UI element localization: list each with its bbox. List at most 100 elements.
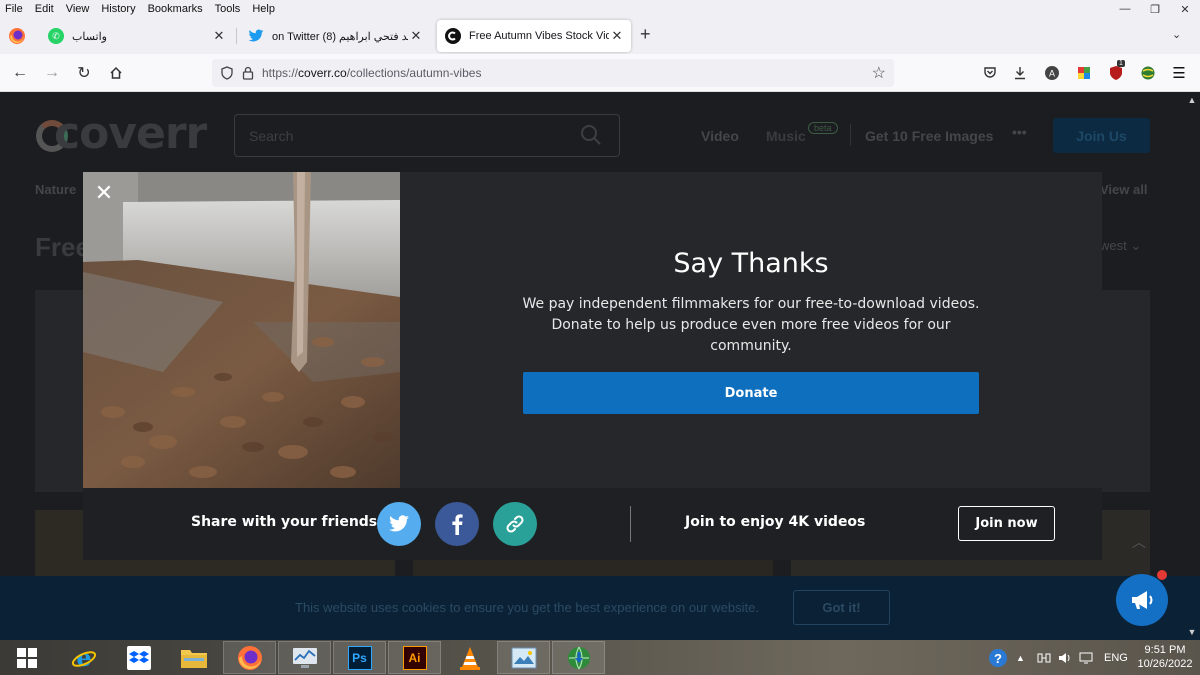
language-indicator[interactable]: ENG <box>1104 640 1128 675</box>
illustrator-icon: Ai <box>402 645 427 670</box>
taskbar-photoshop[interactable]: Ps <box>333 641 386 674</box>
link-icon <box>506 515 524 533</box>
display-icon[interactable] <box>1079 640 1093 675</box>
reload-icon[interactable]: ↻ <box>74 63 94 83</box>
taskbar-photos[interactable] <box>497 641 550 674</box>
taskbar-monitor[interactable] <box>278 641 331 674</box>
forward-icon[interactable]: → <box>42 63 62 83</box>
notification-dot <box>1157 570 1167 580</box>
taskbar-dropbox[interactable] <box>112 641 165 674</box>
coverr-favicon-icon <box>445 28 461 44</box>
copy-link-button[interactable] <box>493 502 537 546</box>
home-icon[interactable] <box>106 63 126 83</box>
color-picker-extension-icon[interactable] <box>1075 64 1093 82</box>
nav-music[interactable]: Music <box>766 128 806 144</box>
search-placeholder: Search <box>249 128 294 144</box>
svg-text:A: A <box>1049 69 1055 79</box>
new-tab-button[interactable]: + <box>640 24 651 45</box>
share-facebook-button[interactable] <box>435 502 479 546</box>
url-path: /collections/autumn-vibes <box>346 66 482 80</box>
bookmark-star-icon[interactable]: ☆ <box>872 63 886 83</box>
chat-widget-button[interactable] <box>1116 574 1168 626</box>
windows-start-button[interactable] <box>0 641 53 674</box>
back-icon[interactable]: ← <box>10 63 30 83</box>
photos-icon <box>511 647 536 668</box>
close-tab-icon[interactable]: ✕ <box>211 28 227 44</box>
more-icon[interactable]: ••• <box>1012 124 1027 140</box>
firefox-view-icon[interactable] <box>8 27 26 45</box>
lock-icon[interactable] <box>242 66 254 80</box>
megaphone-icon <box>1132 591 1153 609</box>
minimize-button[interactable]: — <box>1110 0 1140 18</box>
nav-free-images[interactable]: Get 10 Free Images <box>865 128 993 144</box>
modal-footer: Share with your friends Join to enjoy 4K… <box>83 488 1102 560</box>
ublock-extension-icon[interactable]: 1 <box>1107 60 1125 82</box>
menu-edit[interactable]: Edit <box>29 3 60 15</box>
page-heading: Free <box>35 232 90 262</box>
svg-text:e: e <box>76 645 91 671</box>
tab-twitter[interactable]: on Twitter (8) محمد فتحي ابراهيم ✕ <box>238 20 430 52</box>
donate-button[interactable]: Donate <box>523 372 979 414</box>
clock-date: 10/26/2022 <box>1137 658 1193 670</box>
url-bar[interactable]: https://coverr.co/collections/autumn-vib… <box>212 59 894 87</box>
page-scrollbar[interactable]: ▲ ▼ <box>1184 92 1200 640</box>
menu-bookmarks[interactable]: Bookmarks <box>142 3 209 15</box>
coverr-logo[interactable]: coverr <box>54 108 207 159</box>
close-window-button[interactable]: ✕ <box>1170 0 1200 18</box>
cookie-accept-button[interactable]: Got it! <box>793 590 890 625</box>
view-all-link[interactable]: View all <box>1100 182 1147 197</box>
join-us-button[interactable]: Join Us <box>1053 118 1150 153</box>
join-now-button[interactable]: Join now <box>958 506 1055 541</box>
video-thumbnail[interactable] <box>35 290 83 492</box>
search-icon[interactable] <box>579 123 603 147</box>
menu-file[interactable]: File <box>0 3 29 15</box>
firefox-icon <box>237 645 262 670</box>
help-icon[interactable]: ? <box>988 640 1008 675</box>
extension-badge: 1 <box>1117 60 1125 67</box>
share-twitter-button[interactable] <box>377 502 421 546</box>
tracking-protection-shield-icon[interactable] <box>220 66 234 80</box>
network-icon[interactable] <box>1037 640 1051 675</box>
taskbar-download-manager[interactable] <box>552 641 605 674</box>
restore-button[interactable]: ❐ <box>1140 0 1170 18</box>
system-clock[interactable]: 9:51 PM 10/26/2022 <box>1135 643 1195 671</box>
nav-divider <box>850 124 851 146</box>
tab-coverr[interactable]: Free Autumn Vibes Stock Video ✕ <box>437 20 631 52</box>
whatsapp-icon: ✆ <box>48 28 64 44</box>
nav-video[interactable]: Video <box>701 128 739 144</box>
list-all-tabs-icon[interactable]: ⌄ <box>1172 28 1181 41</box>
tab-title: on Twitter (8) محمد فتحي ابراهيم <box>272 30 408 43</box>
scroll-up-icon[interactable]: ▲ <box>1184 92 1200 108</box>
scroll-top-icon[interactable]: ︿ <box>1132 532 1146 552</box>
close-modal-icon[interactable]: ✕ <box>93 182 115 204</box>
show-hidden-icons[interactable]: ▲ <box>1016 640 1025 675</box>
taskbar-file-explorer[interactable] <box>167 641 220 674</box>
volume-icon[interactable] <box>1058 640 1072 675</box>
taskbar-firefox[interactable] <box>223 641 276 674</box>
menu-history[interactable]: History <box>95 3 141 15</box>
menu-help[interactable]: Help <box>246 3 281 15</box>
download-manager-icon <box>567 646 590 669</box>
hamburger-menu-icon[interactable]: ☰ <box>1170 64 1188 82</box>
dropbox-icon <box>126 645 151 670</box>
navigation-toolbar: ← → ↻ https://coverr.co/collections/autu… <box>0 54 1200 92</box>
clock-time: 9:51 PM <box>1144 644 1186 656</box>
account-extension-icon[interactable]: A <box>1043 64 1061 82</box>
scroll-down-icon[interactable]: ▼ <box>1184 624 1200 640</box>
video-thumbnail[interactable] <box>1102 290 1150 492</box>
tab-whatsapp[interactable]: ✆ واتساب ✕ <box>38 20 233 52</box>
taskbar-illustrator[interactable]: Ai <box>388 641 441 674</box>
beta-badge: beta <box>808 122 838 134</box>
downloads-icon[interactable] <box>1011 64 1029 82</box>
category-nature[interactable]: Nature <box>35 182 76 197</box>
taskbar-internet-explorer[interactable]: e <box>57 641 110 674</box>
menu-tools[interactable]: Tools <box>209 3 247 15</box>
site-search-input[interactable]: Search <box>234 114 620 157</box>
close-tab-icon[interactable]: ✕ <box>609 28 625 44</box>
close-tab-icon[interactable]: ✕ <box>408 28 424 44</box>
globe-extension-icon[interactable] <box>1139 64 1157 82</box>
taskbar-vlc[interactable] <box>443 641 496 674</box>
sort-dropdown[interactable]: west ⌄ <box>1100 238 1141 254</box>
pocket-icon[interactable] <box>981 64 999 82</box>
menu-view[interactable]: View <box>60 3 96 15</box>
